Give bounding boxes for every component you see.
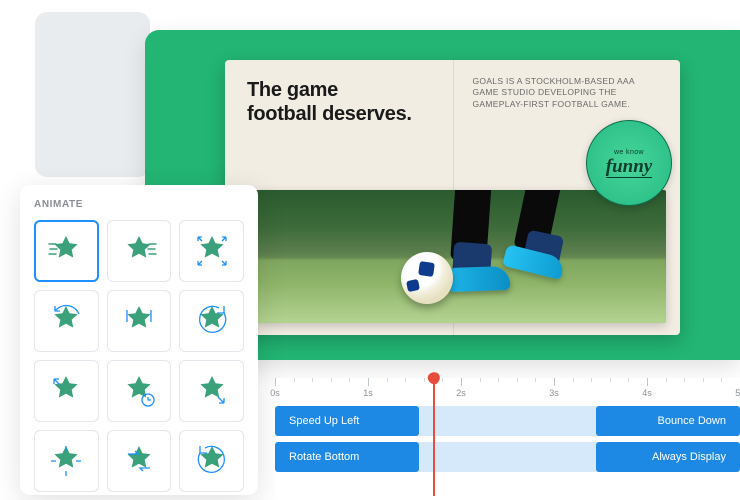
tick-label: 1s xyxy=(363,388,373,398)
timeline[interactable]: 0s1s2s3s4s5s Speed Up LeftBounce DownRot… xyxy=(275,378,740,496)
animate-option-slide-down-right[interactable] xyxy=(179,360,244,422)
timeline-block[interactable]: Speed Up Left xyxy=(275,406,419,436)
timeline-tracks: Speed Up Left Bounce Down Rotate Bottom Alw… xyxy=(275,406,740,472)
animate-panel: ANIMATE xyxy=(20,185,258,495)
animate-option-rotate-in[interactable] xyxy=(34,290,99,352)
animate-option-expand[interactable] xyxy=(179,220,244,282)
animate-option-shake-vertical[interactable] xyxy=(107,290,172,352)
animate-option-speed-left[interactable] xyxy=(107,220,172,282)
background-card xyxy=(35,12,150,177)
animate-option-swap[interactable] xyxy=(107,430,172,492)
animate-grid xyxy=(34,220,244,492)
animate-option-slide-up-left[interactable] xyxy=(34,360,99,422)
badge-title: funny xyxy=(606,157,652,178)
playhead[interactable] xyxy=(433,378,435,496)
tick-major xyxy=(368,378,369,386)
tick-major xyxy=(275,378,276,386)
book-spread[interactable]: The game football deserves. GOALS IS A S… xyxy=(225,60,680,335)
animate-option-speed-right[interactable] xyxy=(34,220,99,282)
timeline-ruler[interactable]: 0s1s2s3s4s5s xyxy=(275,378,740,406)
timeline-track[interactable]: Rotate Bottom Always Display xyxy=(275,442,740,472)
tick-major xyxy=(461,378,462,386)
tick-label: 5s xyxy=(735,388,740,398)
badge-funny[interactable]: we know funny xyxy=(586,120,672,206)
tick-label: 2s xyxy=(456,388,466,398)
book-description: GOALS IS A STOCKHOLM-BASED AAA GAME STUD… xyxy=(473,76,663,110)
tick-major xyxy=(554,378,555,386)
timeline-block[interactable]: Always Display xyxy=(596,442,740,472)
animate-option-pop-in[interactable] xyxy=(34,430,99,492)
title-line2: football deserves. xyxy=(247,103,412,125)
title-line1: The game xyxy=(247,79,338,101)
book-title: The game football deserves. xyxy=(247,78,433,126)
tick-label: 0s xyxy=(270,388,280,398)
timeline-track[interactable]: Speed Up Left Bounce Down xyxy=(275,406,740,436)
tick-label: 3s xyxy=(549,388,559,398)
timeline-block[interactable]: Bounce Down xyxy=(596,406,740,436)
animate-panel-title: ANIMATE xyxy=(34,199,244,210)
timeline-block[interactable]: Rotate Bottom xyxy=(275,442,419,472)
tick-major xyxy=(647,378,648,386)
animate-option-clock-delay[interactable] xyxy=(107,360,172,422)
book-photo xyxy=(239,190,666,323)
badge-subtitle: we know xyxy=(614,149,644,156)
tick-label: 4s xyxy=(642,388,652,398)
animate-option-rotate-ccw[interactable] xyxy=(179,430,244,492)
animate-option-rotate-cw[interactable] xyxy=(179,290,244,352)
